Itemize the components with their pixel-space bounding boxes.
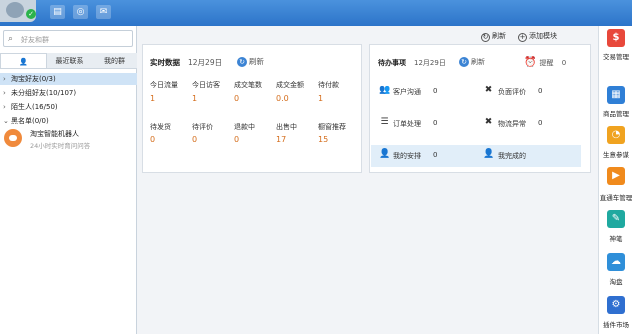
todo-date: 12月29日: [414, 59, 446, 67]
realtime-date: 12月29日: [188, 58, 223, 67]
stat-value[interactable]: 1: [318, 94, 323, 103]
expand-arrow-icon: ›: [3, 75, 6, 83]
stat-value[interactable]: 1: [150, 94, 155, 103]
search-placeholder: 好友和群: [21, 36, 49, 44]
order-icon: ☰: [380, 117, 389, 127]
analytics-icon[interactable]: ◔: [607, 126, 625, 144]
tab-recent[interactable]: 最近联系: [47, 53, 92, 68]
realtime-refresh-button[interactable]: ↻ 刷新: [237, 56, 264, 67]
robot-avatar[interactable]: [4, 129, 22, 147]
stat-value[interactable]: 0: [192, 135, 197, 144]
todo-label[interactable]: 我完成的: [498, 151, 526, 161]
refresh-button[interactable]: ↻ 刷新: [481, 31, 506, 42]
stat-label: 橱窗推荐: [318, 123, 346, 131]
done-icon: 👤: [483, 149, 495, 159]
tab-contacts[interactable]: 👤: [0, 53, 47, 68]
group-blacklist[interactable]: ⌄ 黑名单(0/0): [0, 115, 137, 127]
reminder-button[interactable]: ⏰ 提醒 0: [524, 57, 566, 68]
robot-name[interactable]: 淘宝智能机器人: [30, 129, 79, 139]
todo-value[interactable]: 0: [433, 119, 437, 127]
refresh-icon: ↻: [459, 57, 469, 67]
stat-label: 待付款: [318, 81, 339, 89]
collapse-arrow-icon: ⌄: [3, 117, 9, 125]
search-icon: ⌕: [8, 34, 14, 44]
refresh-icon: ↻: [237, 57, 247, 67]
robot-status: 24小时实时育问问答: [30, 142, 91, 150]
stat-label: 待发货: [150, 123, 171, 131]
realtime-title: 实时数据: [150, 58, 180, 67]
sidebar-item-plugin-market[interactable]: 插件市场: [597, 319, 632, 329]
expand-arrow-icon: ›: [3, 103, 6, 111]
cloud-icon[interactable]: ☁: [607, 253, 625, 271]
stat-label: 今日流量: [150, 81, 178, 89]
contact-tabs: 👤 最近联系 我的群: [0, 53, 137, 69]
trade-icon[interactable]: $: [607, 29, 625, 47]
todo-refresh-button[interactable]: ↻ 刷新: [459, 57, 485, 67]
person-icon: 👤: [19, 58, 28, 66]
online-status-icon: ✓: [26, 9, 36, 19]
add-icon: +: [518, 33, 527, 42]
stat-value[interactable]: 17: [276, 135, 286, 144]
stat-label: 成交笔数: [234, 81, 262, 89]
stat-label: 退款中: [234, 123, 255, 131]
todo-value[interactable]: 0: [433, 151, 437, 159]
contact-card-icon[interactable]: ▤: [50, 5, 65, 19]
todo-label[interactable]: 负面评价: [498, 87, 526, 97]
goods-icon[interactable]: ▦: [607, 86, 625, 104]
search-input[interactable]: ⌕ 好友和群: [3, 30, 133, 47]
stat-value[interactable]: 0: [234, 94, 239, 103]
stat-label: 成交金额: [276, 81, 304, 89]
negative-review-icon: ✖: [484, 85, 493, 95]
stat-value[interactable]: 15: [318, 135, 328, 144]
group-taobao-friends[interactable]: › 淘宝好友(0/3): [0, 73, 137, 85]
plugin-icon[interactable]: ⚙: [607, 296, 625, 314]
stat-value[interactable]: 0.0: [276, 94, 289, 103]
top-bar: ✓ ▤ ◎ ✉: [0, 0, 632, 26]
sidebar-item-ads[interactable]: 直通车管理: [597, 192, 632, 202]
todo-title: 待办事项: [378, 59, 406, 67]
expand-arrow-icon: ›: [3, 89, 6, 97]
add-module-button[interactable]: + 添加模块: [518, 31, 557, 42]
avatar[interactable]: ✓: [0, 0, 36, 22]
refresh-icon: ↻: [481, 33, 490, 42]
group-strangers[interactable]: › 陌生人(16/50): [0, 101, 137, 113]
tab-my-groups[interactable]: 我的群: [92, 53, 137, 68]
sidebar-item-pen[interactable]: 神笔: [597, 233, 632, 243]
todo-label[interactable]: 物流异常: [498, 119, 526, 129]
stat-label: 出售中: [276, 123, 297, 131]
sidebar-item-trade[interactable]: 交易管理: [597, 51, 632, 61]
logistics-icon: ✖: [484, 117, 493, 127]
mail-icon[interactable]: ✉: [96, 5, 111, 19]
alarm-clock-icon: ⏰: [524, 57, 537, 68]
app-center-icon[interactable]: ◎: [73, 5, 88, 19]
contacts-panel: ⌕ 好友和群 👤 最近联系 我的群 › 淘宝好友(0/3) › 未分组好友(10/1…: [0, 26, 137, 334]
schedule-icon: 👤: [379, 149, 391, 159]
users-icon: 👥: [379, 85, 391, 95]
stat-value[interactable]: 1: [192, 94, 197, 103]
sidebar-item-cloud[interactable]: 淘盘: [597, 276, 632, 286]
sidebar-item-analytics[interactable]: 生意参谋: [597, 149, 632, 159]
sidebar-item-goods[interactable]: 商品管理: [597, 108, 632, 118]
group-ungrouped[interactable]: › 未分组好友(10/107): [0, 87, 137, 99]
ads-icon[interactable]: ▶: [607, 167, 625, 185]
plugin-sidebar: $ 交易管理 ▦ 商品管理 ◔ 生意参谋 ▶ 直通车管理 ✎ 神笔 ☁ 淘盘 ⚙…: [598, 26, 632, 334]
avatar-image: [6, 2, 24, 18]
todo-value[interactable]: 0: [538, 119, 542, 127]
stat-label: 待评价: [192, 123, 213, 131]
todo-label[interactable]: 订单处理: [393, 119, 421, 129]
stat-value[interactable]: 0: [234, 135, 239, 144]
pen-icon[interactable]: ✎: [607, 210, 625, 228]
stat-value[interactable]: 0: [150, 135, 155, 144]
todo-value[interactable]: 0: [538, 87, 542, 95]
todo-label[interactable]: 我的安排: [393, 151, 421, 161]
todo-value[interactable]: 0: [433, 87, 437, 95]
stat-label: 今日访客: [192, 81, 220, 89]
todo-label[interactable]: 客户沟通: [393, 87, 421, 97]
